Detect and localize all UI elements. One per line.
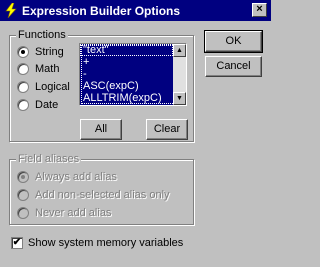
radio-logical-label: Logical xyxy=(35,81,70,93)
list-item[interactable]: ALLTRIM(expC) xyxy=(80,92,173,104)
radio-never-add-alias-label: Never add alias xyxy=(35,207,112,219)
expression-builder-options-dialog: Expression Builder Options × Functions S… xyxy=(0,0,271,267)
field-aliases-group-label: Field aliases xyxy=(16,153,82,165)
radio-add-non-selected-alias-indicator[interactable] xyxy=(17,189,29,201)
list-item[interactable]: - xyxy=(80,68,173,80)
list-scrollbar[interactable]: ▲ ▼ xyxy=(173,44,186,105)
show-system-memory-checkbox[interactable]: ✔ xyxy=(11,237,23,249)
arrow-up-icon: ▲ xyxy=(176,47,183,54)
show-system-memory-checkbox-row[interactable]: ✔ Show system memory variables xyxy=(11,236,183,250)
list-item[interactable]: "text" xyxy=(80,44,173,56)
radio-math[interactable]: Math xyxy=(17,62,59,76)
radio-add-non-selected-alias-label: Add non-selected alias only xyxy=(35,189,170,201)
radio-always-add-alias[interactable]: Always add alias xyxy=(17,170,117,184)
close-button[interactable]: × xyxy=(252,3,267,17)
radio-math-label: Math xyxy=(35,63,60,75)
arrow-down-icon: ▼ xyxy=(176,95,183,102)
radio-date[interactable]: Date xyxy=(17,98,58,112)
scroll-up-button[interactable]: ▲ xyxy=(173,44,186,57)
radio-never-add-alias-indicator[interactable] xyxy=(17,207,29,219)
show-system-memory-label: Show system memory variables xyxy=(28,237,184,249)
list-item[interactable]: + xyxy=(80,56,173,68)
radio-string-indicator[interactable] xyxy=(17,46,29,58)
radio-never-add-alias[interactable]: Never add alias xyxy=(17,206,111,220)
close-icon: × xyxy=(256,3,263,15)
radio-add-non-selected-alias[interactable]: Add non-selected alias only xyxy=(17,188,170,202)
lightning-icon xyxy=(5,3,17,18)
function-listbox[interactable]: "text" + - ASC(expC) ALLTRIM(expC) ▲ ▼ xyxy=(79,43,187,106)
clear-button[interactable]: Clear xyxy=(146,119,188,140)
radio-logical[interactable]: Logical xyxy=(17,80,70,94)
radio-date-indicator[interactable] xyxy=(17,99,29,111)
functions-group-label: Functions xyxy=(16,29,68,41)
function-list-items: "text" + - ASC(expC) ALLTRIM(expC) xyxy=(80,44,173,105)
radio-always-add-alias-label: Always add alias xyxy=(35,171,117,183)
radio-always-add-alias-indicator[interactable] xyxy=(17,171,29,183)
radio-math-indicator[interactable] xyxy=(17,63,29,75)
window-title: Expression Builder Options xyxy=(22,4,181,18)
ok-button[interactable]: OK xyxy=(204,30,263,53)
radio-string-label: String xyxy=(35,46,64,58)
cancel-button[interactable]: Cancel xyxy=(205,56,262,77)
list-item[interactable]: ASC(expC) xyxy=(80,80,173,92)
radio-string[interactable]: String xyxy=(17,45,64,59)
title-bar[interactable]: Expression Builder Options × xyxy=(0,0,271,21)
radio-date-label: Date xyxy=(35,99,59,111)
radio-logical-indicator[interactable] xyxy=(17,81,29,93)
all-button[interactable]: All xyxy=(80,119,122,140)
scroll-down-button[interactable]: ▼ xyxy=(173,92,186,105)
